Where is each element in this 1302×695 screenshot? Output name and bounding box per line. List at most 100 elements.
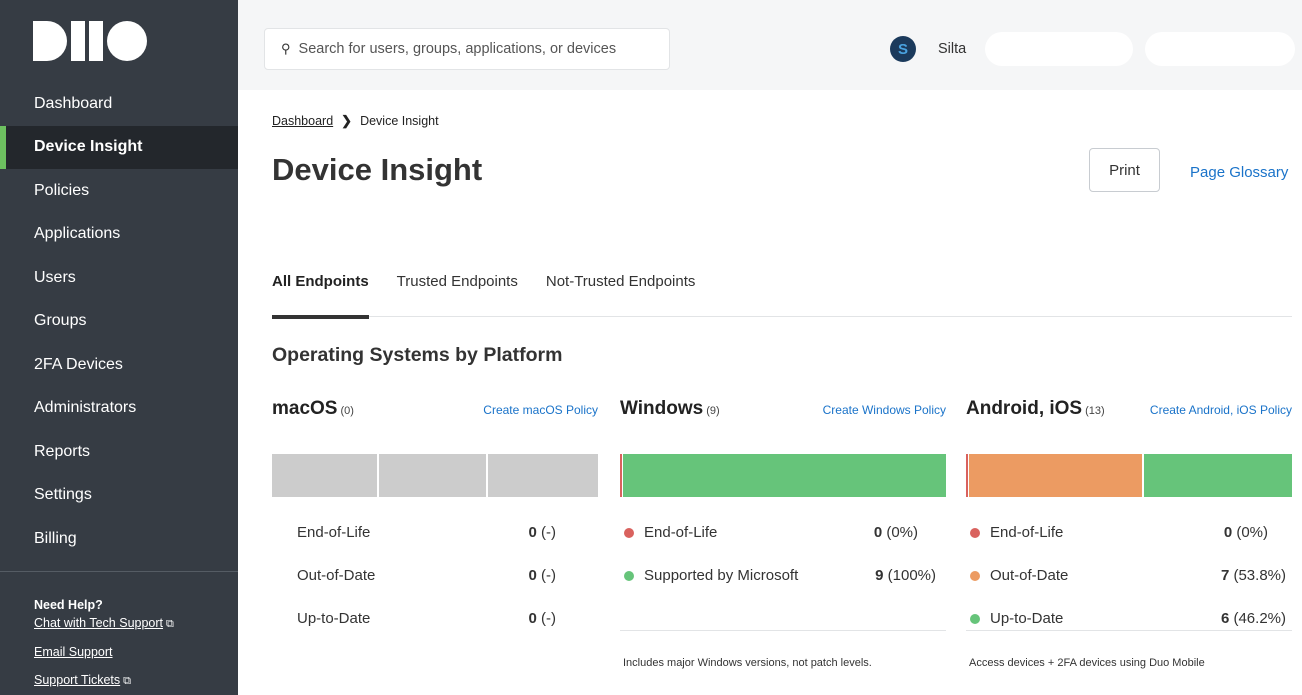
- status-value: 0 (0%): [1223, 524, 1268, 541]
- user-name: Silta: [938, 41, 967, 57]
- bar-segment-out-of-date: [969, 454, 1144, 497]
- up-to-date-dot-icon: [970, 613, 980, 624]
- mobile-rows: End-of-Life 0 (0%) Out-of-Date 7 (53.8%)…: [966, 511, 1292, 640]
- redacted-block: [985, 32, 1133, 66]
- status-row-end-of-life: End-of-Life 0 (-): [272, 511, 598, 554]
- status-value: 9 (100%): [875, 567, 936, 584]
- macos-status-bar: [272, 454, 598, 497]
- mobile-card: Android, iOS (13) Create Android, iOS Pol…: [966, 398, 1292, 669]
- page-title: Device Insight: [272, 152, 483, 187]
- supported-dot-icon: [624, 570, 634, 581]
- status-row-out-of-date: Out-of-Date 0 (-): [272, 554, 598, 597]
- user-menu[interactable]: S Silta: [890, 36, 966, 62]
- platform-name: Android, iOS: [966, 398, 1083, 419]
- windows-rows: End-of-Life 0 (0%) Supported by Microsof…: [620, 511, 946, 597]
- support-tickets-link[interactable]: Support Tickets ⧉: [34, 673, 174, 688]
- mobile-status-bar: [966, 454, 1292, 497]
- tab-all-endpoints[interactable]: All Endpoints: [272, 270, 369, 319]
- status-label: End-of-Life: [990, 524, 1064, 541]
- card-header: Windows (9) Create Windows Policy: [620, 398, 946, 428]
- status-label: End-of-Life: [297, 524, 371, 541]
- chat-support-link[interactable]: Chat with Tech Support ⧉: [34, 616, 174, 631]
- sidebar-divider: [0, 571, 238, 572]
- help-section: Need Help? Chat with Tech Support ⧉ Email…: [34, 598, 174, 695]
- card-header: macOS (0) Create macOS Policy: [272, 398, 598, 428]
- endpoint-tabs: All Endpoints Trusted Endpoints Not-Trus…: [272, 270, 1292, 319]
- status-row-end-of-life: End-of-Life 0 (0%): [620, 511, 946, 554]
- windows-footnote: Includes major Windows versions, not pat…: [623, 657, 872, 669]
- sidebar-item-administrators[interactable]: Administrators: [0, 387, 238, 431]
- platform-count: (13): [1085, 405, 1105, 417]
- status-row-out-of-date: Out-of-Date 7 (53.8%): [966, 554, 1292, 597]
- external-link-icon: ⧉: [166, 618, 174, 630]
- card-divider: [620, 630, 946, 631]
- sidebar-item-reports[interactable]: Reports: [0, 430, 238, 474]
- help-title: Need Help?: [34, 598, 103, 612]
- status-value: 0 (0%): [873, 524, 918, 541]
- status-label: Up-to-Date: [990, 610, 1064, 627]
- search-input[interactable]: ⚲ Search for users, groups, applications…: [264, 28, 670, 70]
- card-divider: [966, 630, 1292, 631]
- platform-name: Windows: [620, 398, 704, 419]
- bar-segment-up-to-date: [1144, 454, 1292, 497]
- sidebar-item-users[interactable]: Users: [0, 256, 238, 300]
- breadcrumb-current: Device Insight: [360, 114, 439, 128]
- end-of-life-dot-icon: [970, 527, 980, 538]
- print-button[interactable]: Print: [1089, 148, 1160, 192]
- sidebar-item-2fa-devices[interactable]: 2FA Devices: [0, 343, 238, 387]
- search-placeholder: Search for users, groups, applications, …: [298, 41, 617, 57]
- sidebar-item-billing[interactable]: Billing: [0, 517, 238, 561]
- status-value: 6 (46.2%): [1220, 610, 1286, 627]
- sidebar: Dashboard Device Insight Policies Applic…: [0, 0, 238, 695]
- breadcrumb: Dashboard ❯ Device Insight: [272, 113, 439, 129]
- platform-count: (0): [340, 405, 354, 417]
- create-windows-policy-link[interactable]: Create Windows Policy: [823, 403, 946, 417]
- sidebar-item-groups[interactable]: Groups: [0, 300, 238, 344]
- sidebar-item-device-insight[interactable]: Device Insight: [0, 125, 238, 169]
- section-title: Operating Systems by Platform: [272, 344, 563, 366]
- sidebar-item-dashboard[interactable]: Dashboard: [0, 82, 238, 126]
- sidebar-item-applications[interactable]: Applications: [0, 213, 238, 257]
- external-link-icon: ⧉: [123, 675, 132, 687]
- status-label: Out-of-Date: [297, 567, 376, 584]
- platform-name: macOS: [272, 398, 338, 419]
- platform-title: Windows (9): [620, 398, 720, 420]
- status-label: Out-of-Date: [990, 567, 1069, 584]
- macos-rows: End-of-Life 0 (-) Out-of-Date 0 (-) Up-t…: [272, 511, 598, 640]
- status-value: 0 (-): [528, 524, 556, 541]
- out-of-date-dot-icon: [970, 570, 980, 581]
- redacted-block: [1145, 32, 1295, 66]
- platform-title: macOS (0): [272, 398, 354, 420]
- status-row-up-to-date: Up-to-Date 0 (-): [272, 597, 598, 640]
- page-glossary-link[interactable]: Page Glossary: [1190, 164, 1288, 181]
- platform-count: (9): [706, 405, 720, 417]
- macos-card: macOS (0) Create macOS Policy End-of-Life…: [272, 398, 598, 627]
- end-of-life-dot-icon: [624, 527, 634, 538]
- sidebar-item-settings[interactable]: Settings: [0, 474, 238, 518]
- platform-title: Android, iOS (13): [966, 398, 1105, 420]
- create-mobile-policy-link[interactable]: Create Android, iOS Policy: [1150, 403, 1292, 417]
- tab-not-trusted-endpoints[interactable]: Not-Trusted Endpoints: [546, 270, 696, 317]
- email-support-link[interactable]: Email Support: [34, 645, 174, 659]
- search-icon: ⚲: [281, 41, 291, 56]
- windows-card: Windows (9) Create Windows Policy End-of-…: [620, 398, 946, 669]
- status-row-supported: Supported by Microsoft 9 (100%): [620, 554, 946, 597]
- bar-segment-supported: [623, 454, 946, 497]
- status-value: 7 (53.8%): [1220, 567, 1286, 584]
- duo-logo[interactable]: [0, 0, 238, 82]
- create-macos-policy-link[interactable]: Create macOS Policy: [483, 403, 598, 417]
- chat-support-label: Chat with Tech Support: [34, 616, 164, 630]
- logo-mark: [33, 21, 147, 61]
- sidebar-item-policies[interactable]: Policies: [0, 169, 238, 213]
- tab-trusted-endpoints[interactable]: Trusted Endpoints: [397, 270, 518, 317]
- bar-segment-empty: [488, 454, 598, 497]
- chevron-right-icon: ❯: [341, 113, 353, 128]
- top-bar: ⚲ Search for users, groups, applications…: [238, 0, 1302, 90]
- breadcrumb-dashboard-link[interactable]: Dashboard: [272, 114, 333, 128]
- status-label: End-of-Life: [644, 524, 718, 541]
- status-value: 0 (-): [528, 610, 556, 627]
- avatar: S: [890, 36, 916, 62]
- status-label: Up-to-Date: [297, 610, 371, 627]
- support-tickets-label: Support Tickets: [34, 673, 121, 687]
- status-row-end-of-life: End-of-Life 0 (0%): [966, 511, 1292, 554]
